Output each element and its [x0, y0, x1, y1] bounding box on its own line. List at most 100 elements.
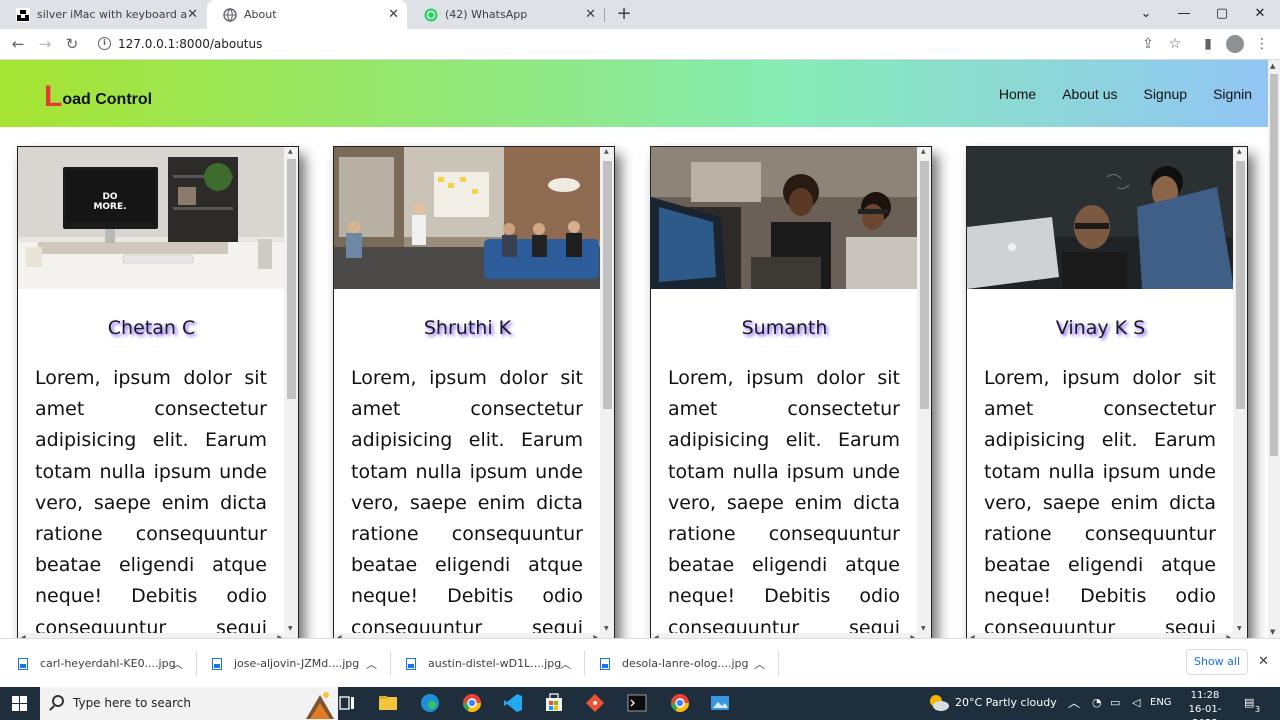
- address-bar[interactable]: i 127.0.0.1:8000/aboutus: [90, 32, 1130, 57]
- member-description: Lorem, ipsum dolor sit amet consectetur …: [668, 367, 900, 639]
- tab-about[interactable]: About ✕: [207, 0, 407, 29]
- back-icon[interactable]: ←: [8, 34, 28, 54]
- team-card: Shruthi K Lorem, ipsum dolor sit amet co…: [333, 146, 615, 646]
- page-scrollbar[interactable]: ▲ ▼: [1268, 60, 1280, 638]
- tab-title: (42) WhatsApp: [445, 8, 528, 21]
- chevron-up-icon[interactable]: ︿: [754, 639, 765, 688]
- task-view-icon[interactable]: [336, 692, 358, 714]
- new-tab-icon[interactable]: +: [614, 4, 634, 24]
- terminal-icon[interactable]: [626, 692, 648, 714]
- close-downloads-icon[interactable]: ✕: [1258, 654, 1269, 669]
- download-divider: [390, 651, 391, 676]
- reload-icon[interactable]: ↻: [62, 34, 82, 54]
- close-tab-icon[interactable]: ✕: [585, 7, 596, 22]
- maximize-icon[interactable]: ▢: [1212, 4, 1232, 24]
- close-window-icon[interactable]: ✕: [1250, 4, 1270, 24]
- scrollbar-thumb[interactable]: [1270, 74, 1278, 456]
- forward-icon[interactable]: →: [35, 34, 55, 54]
- weather-partly-cloudy-icon: [930, 695, 949, 711]
- member-name: Shruthi K: [423, 317, 512, 339]
- download-item[interactable]: carl-heyerdahl-KE0....jpg: [18, 639, 176, 688]
- weather-text[interactable]: 20°C Partly cloudy: [955, 696, 1057, 709]
- scroll-down-arrow-icon[interactable]: ▼: [288, 625, 293, 632]
- scroll-up-arrow-icon[interactable]: ▲: [288, 148, 293, 155]
- scroll-up-arrow-icon[interactable]: ▲: [921, 148, 926, 155]
- battery-icon[interactable]: ▭: [1110, 696, 1120, 709]
- scrollbar-thumb[interactable]: [1236, 161, 1245, 409]
- edge-icon[interactable]: [419, 692, 441, 714]
- svg-text:MORE.: MORE.: [93, 202, 126, 212]
- store-icon[interactable]: [543, 692, 565, 714]
- svg-text:DO: DO: [102, 192, 117, 202]
- chevron-up-icon[interactable]: ︿: [560, 639, 571, 688]
- tab-unsplash[interactable]: silver iMac with keyboard and tra ✕: [0, 0, 206, 29]
- chevron-up-icon[interactable]: ︿: [366, 639, 377, 688]
- show-all-downloads-button[interactable]: Show all: [1186, 649, 1248, 675]
- scrollbar-thumb[interactable]: [287, 159, 296, 399]
- card-photo-meeting: [334, 147, 601, 289]
- download-item[interactable]: austin-distel-wD1L....jpg: [406, 639, 561, 688]
- chevron-up-icon[interactable]: ︿: [1068, 694, 1080, 711]
- card-vertical-scrollbar[interactable]: ▲ ▼: [284, 147, 298, 633]
- site-logo[interactable]: L oad Control: [44, 82, 152, 112]
- scroll-up-arrow-icon[interactable]: ▲: [1237, 148, 1242, 155]
- side-panel-icon[interactable]: ▮: [1198, 34, 1218, 54]
- member-name: Sumanth: [741, 317, 828, 339]
- download-filename: carl-heyerdahl-KE0....jpg: [40, 657, 176, 670]
- close-tab-icon[interactable]: ✕: [187, 7, 198, 22]
- minimize-icon[interactable]: —: [1174, 4, 1194, 24]
- download-filename: jose-aljovin-JZMd....jpg: [234, 657, 360, 670]
- festival-decoration-icon: [306, 692, 334, 719]
- chrome-icon[interactable]: [461, 692, 483, 714]
- taskbar-search-box[interactable]: Type here to search: [40, 687, 338, 720]
- download-item[interactable]: jose-aljovin-JZMd....jpg: [212, 639, 359, 688]
- unsplash-icon: [16, 7, 30, 22]
- nav-signin-link[interactable]: Signin: [1213, 86, 1252, 102]
- member-description: Lorem, ipsum dolor sit amet consectetur …: [35, 367, 267, 639]
- site-info-icon[interactable]: i: [98, 37, 111, 50]
- menu-icon[interactable]: ⋮: [1252, 34, 1272, 54]
- scrollbar-thumb[interactable]: [603, 161, 612, 409]
- photos-icon[interactable]: [709, 692, 731, 714]
- chrome-active-icon[interactable]: [669, 692, 691, 714]
- scroll-up-arrow-icon[interactable]: ▲: [604, 148, 609, 155]
- notification-count: 3: [1255, 705, 1261, 714]
- windows-start-icon[interactable]: [12, 696, 27, 711]
- vscode-icon[interactable]: [502, 692, 524, 714]
- chevron-up-icon[interactable]: ︿: [172, 639, 183, 688]
- scroll-down-arrow-icon[interactable]: ▼: [1237, 625, 1242, 632]
- language-indicator[interactable]: ENG: [1150, 697, 1172, 708]
- volume-icon[interactable]: ◁: [1132, 696, 1140, 709]
- scroll-up-arrow-icon[interactable]: ▲: [1270, 62, 1275, 70]
- globe-icon: [223, 7, 237, 22]
- close-tab-icon[interactable]: ✕: [388, 7, 399, 22]
- clock-time: 11:28: [1190, 690, 1220, 701]
- card-vertical-scrollbar[interactable]: ▲ ▼: [1233, 147, 1247, 633]
- scrollbar-thumb[interactable]: [920, 161, 929, 409]
- clock-date: 16-01-2023: [1188, 704, 1222, 720]
- card-vertical-scrollbar[interactable]: ▲ ▼: [917, 147, 931, 633]
- scroll-down-arrow-icon[interactable]: ▼: [604, 625, 609, 632]
- download-filename: desola-lanre-olog....jpg: [622, 657, 749, 670]
- network-icon[interactable]: ◔: [1092, 696, 1102, 709]
- tab-search-icon[interactable]: ⌄: [1136, 4, 1156, 24]
- download-item[interactable]: desola-lanre-olog....jpg: [600, 639, 748, 688]
- nav-signup-link[interactable]: Signup: [1143, 86, 1187, 102]
- browser-toolbar: ← → ↻ i 127.0.0.1:8000/aboutus ⇪ ☆ ▮ ⋮: [0, 29, 1280, 60]
- profile-avatar-icon[interactable]: [1226, 35, 1244, 53]
- card-photo-coding: [967, 147, 1234, 289]
- download-divider: [778, 651, 779, 676]
- nav-about-link[interactable]: About us: [1062, 86, 1117, 102]
- notification-icon[interactable]: ▤: [1244, 696, 1254, 709]
- share-icon[interactable]: ⇪: [1138, 34, 1158, 54]
- card-vertical-scrollbar[interactable]: ▲ ▼: [600, 147, 614, 633]
- tab-whatsapp[interactable]: (42) WhatsApp ✕: [408, 0, 604, 29]
- bookmark-star-icon[interactable]: ☆: [1165, 34, 1185, 54]
- image-file-icon: [18, 657, 28, 670]
- taskbar-clock[interactable]: 11:28 16-01-2023: [1180, 689, 1230, 720]
- scroll-down-arrow-icon[interactable]: ▼: [1270, 628, 1275, 636]
- file-explorer-icon[interactable]: [377, 692, 399, 714]
- git-icon[interactable]: [584, 692, 606, 714]
- nav-home-link[interactable]: Home: [999, 86, 1036, 102]
- scroll-down-arrow-icon[interactable]: ▼: [921, 625, 926, 632]
